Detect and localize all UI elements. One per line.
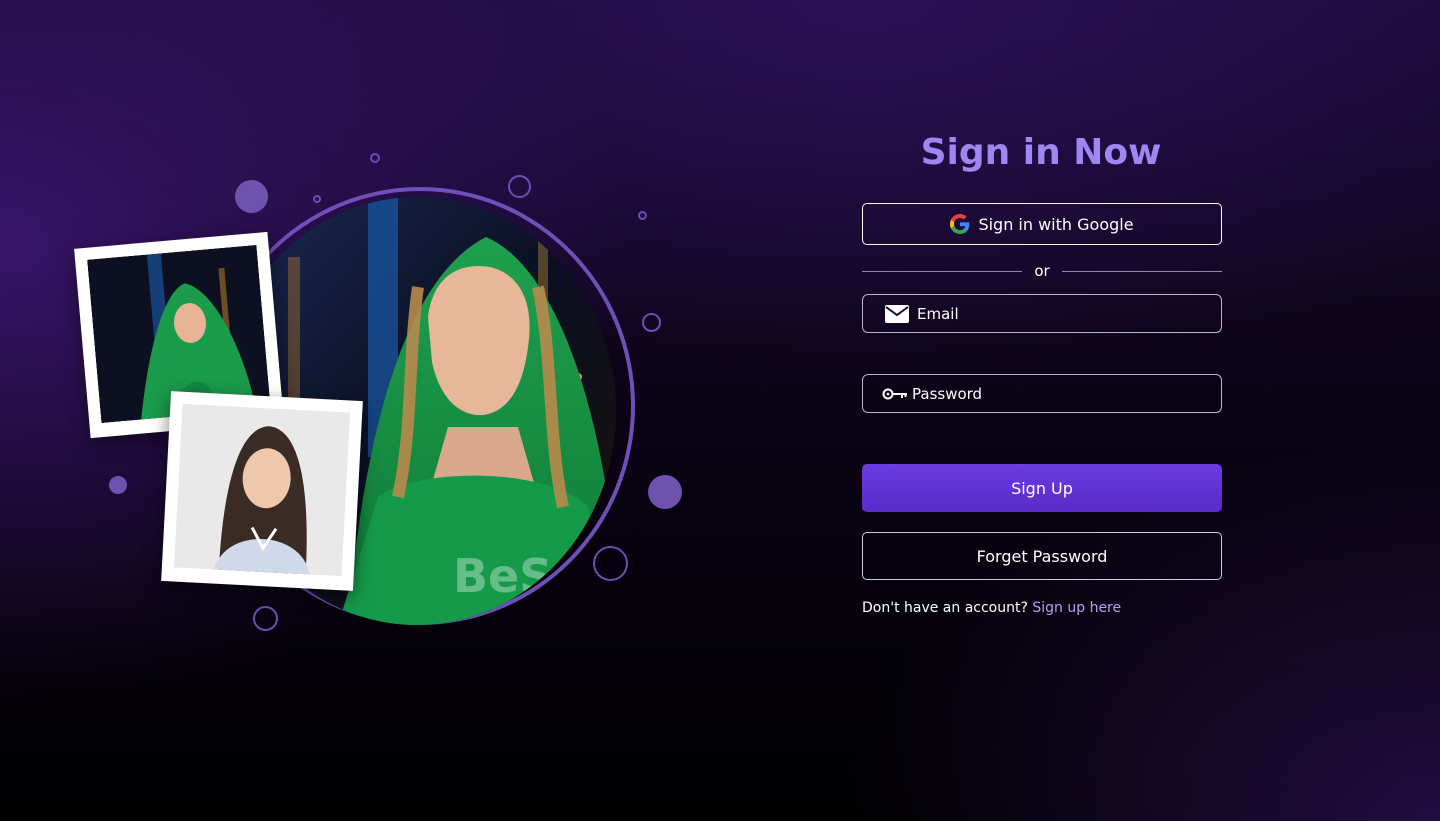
signup-prompt-row: Don't have an account? Sign up here — [862, 600, 1222, 616]
page-title: Sign in Now — [920, 132, 1162, 173]
decor-ring — [508, 175, 531, 198]
email-field[interactable] — [862, 294, 1222, 333]
watermark-text: BeS — [453, 549, 552, 603]
password-field[interactable] — [862, 374, 1222, 413]
decor-ring — [313, 195, 321, 203]
divider-line — [862, 270, 1022, 272]
decor-ring — [253, 606, 278, 631]
google-button-label: Sign in with Google — [978, 214, 1134, 234]
decor-bubble — [235, 180, 268, 213]
forget-password-button[interactable]: Forget Password — [862, 532, 1222, 580]
sign-up-button[interactable]: Sign Up — [862, 464, 1222, 512]
google-icon — [950, 214, 970, 234]
signup-prompt-text: Don't have an account? — [862, 600, 1028, 616]
divider-line — [1062, 270, 1222, 272]
photo-card-2 — [161, 391, 363, 591]
password-input[interactable] — [912, 384, 1192, 403]
decor-ring — [593, 546, 628, 581]
divider-text: or — [1034, 262, 1050, 280]
email-input[interactable] — [917, 304, 1197, 323]
decor-bubble — [648, 475, 682, 509]
decor-ring — [370, 153, 380, 163]
decor-bubble — [109, 476, 127, 494]
google-sign-in-button[interactable]: Sign in with Google — [862, 203, 1222, 245]
decor-ring — [638, 211, 647, 220]
or-divider: or — [862, 261, 1222, 281]
key-icon — [882, 388, 907, 399]
sign-up-here-link[interactable]: Sign up here — [1032, 600, 1121, 616]
sign-in-form: Sign in Now Sign in with Google or Sign … — [862, 128, 1222, 616]
decor-ring — [642, 313, 661, 332]
envelope-icon — [885, 304, 909, 323]
hero-illustration: BeS — [0, 0, 720, 821]
